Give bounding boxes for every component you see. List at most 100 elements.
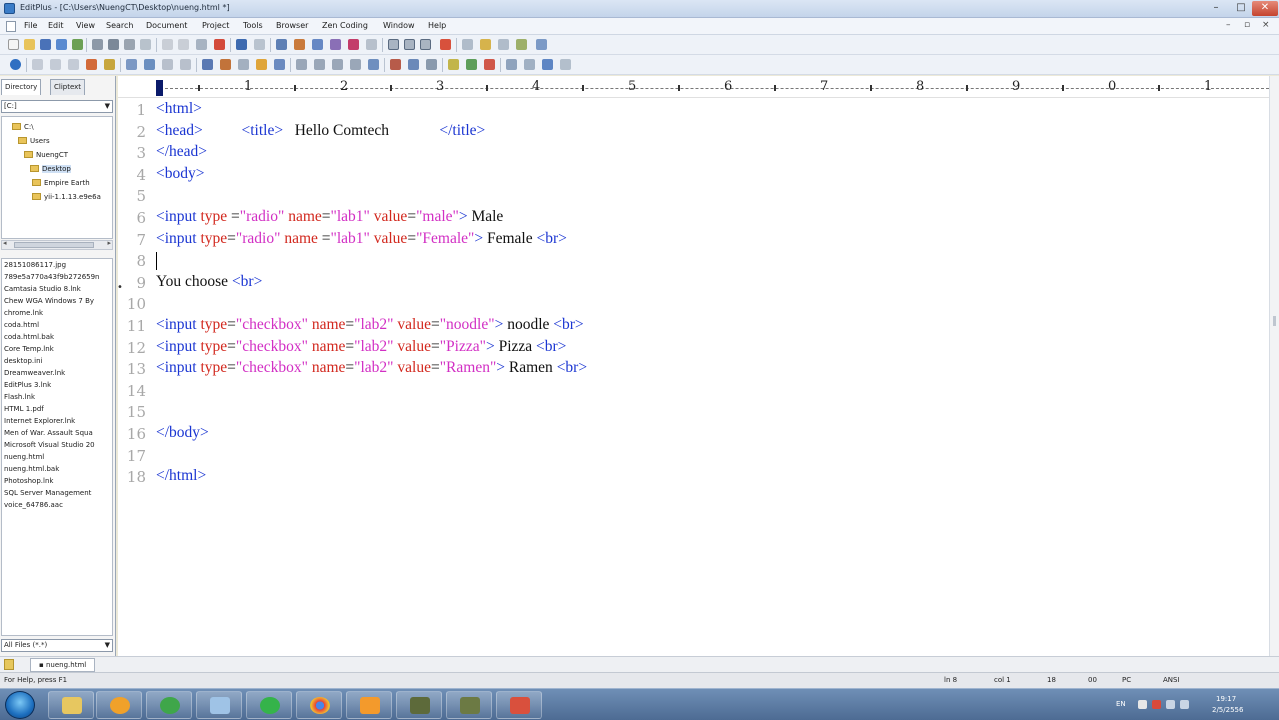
template-icon[interactable]	[506, 59, 517, 70]
tree-horizontal-scrollbar[interactable]: ◂ ▸	[1, 239, 113, 250]
form-icon[interactable]	[238, 59, 249, 70]
code-line[interactable]: </html>	[156, 467, 206, 485]
menu-zen-coding[interactable]: Zen Coding	[322, 21, 368, 30]
view-mode-2-icon[interactable]	[404, 39, 415, 50]
word-wrap-icon[interactable]	[366, 39, 377, 50]
file-list-item[interactable]: chrome.lnk	[2, 307, 112, 319]
list-icon[interactable]	[332, 59, 343, 70]
bookmark-icon[interactable]	[348, 39, 359, 50]
start-button[interactable]	[5, 691, 35, 719]
file-list-item[interactable]: Men of War. Assault Squa	[2, 427, 112, 439]
tree-item-empire-earth[interactable]: Empire Earth	[32, 177, 90, 189]
volume-icon[interactable]	[1180, 700, 1189, 709]
taskbar-media-player[interactable]	[96, 691, 142, 719]
find-in-files-icon[interactable]	[312, 39, 323, 50]
tray-arrow-icon[interactable]	[1138, 700, 1147, 709]
tab-directory[interactable]: Directory	[1, 79, 42, 95]
document-tab-nueng[interactable]: ▪ nueng.html	[30, 658, 96, 672]
fullscreen-icon[interactable]	[536, 39, 547, 50]
menu-help[interactable]: Help	[428, 21, 446, 30]
scrollbar-thumb[interactable]	[14, 242, 94, 248]
code-line[interactable]: <input type="checkbox" name="lab2" value…	[156, 359, 587, 377]
file-list-item[interactable]: Core Temp.lnk	[2, 343, 112, 355]
tray-app-icon[interactable]	[1152, 700, 1161, 709]
taskbar-chrome[interactable]	[296, 691, 342, 719]
indent-icon[interactable]	[296, 59, 307, 70]
validate-icon[interactable]	[484, 59, 495, 70]
italic-icon[interactable]	[50, 59, 61, 70]
menu-project[interactable]: Project	[202, 21, 229, 30]
tray-language[interactable]: EN	[1116, 700, 1126, 708]
code-line[interactable]: <head> <title> Hello Comtech </title>	[156, 122, 485, 140]
code-line[interactable]: </head>	[156, 143, 207, 161]
file-list-item[interactable]: Camtasia Studio 8.lnk	[2, 283, 112, 295]
scroll-left-icon[interactable]: ◂	[3, 239, 7, 247]
view-mode-3-icon[interactable]	[420, 39, 431, 50]
link-icon[interactable]	[126, 59, 137, 70]
scrollbar-grip[interactable]	[1273, 316, 1276, 326]
menu-document[interactable]: Document	[146, 21, 187, 30]
tray-date[interactable]: 2/5/2556	[1212, 706, 1243, 714]
code-line[interactable]: <input type="radio" name ="lab1" value="…	[156, 230, 567, 248]
bold-icon[interactable]	[32, 59, 43, 70]
options-icon[interactable]	[560, 59, 571, 70]
pencil-icon[interactable]	[256, 59, 267, 70]
taskbar-orange-app[interactable]	[346, 691, 392, 719]
menu-browser[interactable]: Browser	[276, 21, 308, 30]
menu-search[interactable]: Search	[106, 21, 133, 30]
code-editor[interactable]: 12345678901 • 1 2 3 4 5 6 7 8 9 10 11 12 13 14 15 16 17 1…	[117, 76, 1279, 656]
maximize-button[interactable]: □	[1229, 1, 1253, 16]
script-icon[interactable]	[466, 59, 477, 70]
mdi-restore-icon[interactable]: ▫	[1244, 20, 1250, 30]
menu-window[interactable]: Window	[383, 21, 415, 30]
paragraph-icon[interactable]	[162, 59, 173, 70]
save-icon[interactable]	[40, 39, 51, 50]
code-line[interactable]: </body>	[156, 424, 209, 442]
file-list-item[interactable]: nueng.html.bak	[2, 463, 112, 475]
file-list-item[interactable]: Flash.lnk	[2, 391, 112, 403]
cliptext-icon[interactable]	[516, 39, 527, 50]
file-filter-select[interactable]: All Files (*.*) ▼	[1, 639, 113, 652]
file-list-item[interactable]: 789e5a770a43f9b272659n	[2, 271, 112, 283]
font-color-icon[interactable]	[104, 59, 115, 70]
menu-tools[interactable]: Tools	[243, 21, 263, 30]
file-list-item[interactable]: 28151086117.jpg	[2, 259, 112, 271]
file-list-item[interactable]: voice_64786.aac	[2, 499, 112, 511]
delete-icon[interactable]	[214, 39, 225, 50]
menu-view[interactable]: View	[76, 21, 95, 30]
find-icon[interactable]	[276, 39, 287, 50]
directory-window-icon[interactable]	[498, 39, 509, 50]
print-icon[interactable]	[92, 39, 103, 50]
ftp-icon[interactable]	[72, 39, 83, 50]
file-list-item[interactable]: Microsoft Visual Studio 20	[2, 439, 112, 451]
color-picker-icon[interactable]	[408, 59, 419, 70]
character-icon[interactable]	[368, 59, 379, 70]
hr-icon[interactable]	[350, 59, 361, 70]
window-tile-icon[interactable]	[462, 39, 473, 50]
file-list-item[interactable]: nueng.html	[2, 451, 112, 463]
folder-icon[interactable]	[4, 659, 14, 670]
spell-check-icon[interactable]	[124, 39, 135, 50]
drive-select[interactable]: [C:] ▼	[1, 100, 113, 113]
snippet-icon[interactable]	[524, 59, 535, 70]
redo-icon[interactable]	[254, 39, 265, 50]
underline-icon[interactable]	[68, 59, 79, 70]
css-icon[interactable]	[448, 59, 459, 70]
taskbar-explorer[interactable]	[48, 691, 94, 719]
line-break-icon[interactable]	[180, 59, 191, 70]
view-mode-1-icon[interactable]	[388, 39, 399, 50]
font-icon[interactable]	[86, 59, 97, 70]
open-file-icon[interactable]	[24, 39, 35, 50]
code-line[interactable]: <html>	[156, 100, 202, 118]
file-list-item[interactable]: desktop.ini	[2, 355, 112, 367]
close-button[interactable]: ✕	[1252, 1, 1278, 16]
outdent-icon[interactable]	[314, 59, 325, 70]
tab-cliptext[interactable]: Cliptext	[50, 79, 86, 95]
file-list-item[interactable]: Internet Explorer.lnk	[2, 415, 112, 427]
file-list-item[interactable]: coda.html	[2, 319, 112, 331]
browser-preview-icon[interactable]	[10, 59, 21, 70]
taskbar-line[interactable]	[246, 691, 292, 719]
comment-icon[interactable]	[274, 59, 285, 70]
mdi-minimize-icon[interactable]: –	[1226, 20, 1231, 30]
file-list-item[interactable]: Chew WGA Windows 7 By	[2, 295, 112, 307]
